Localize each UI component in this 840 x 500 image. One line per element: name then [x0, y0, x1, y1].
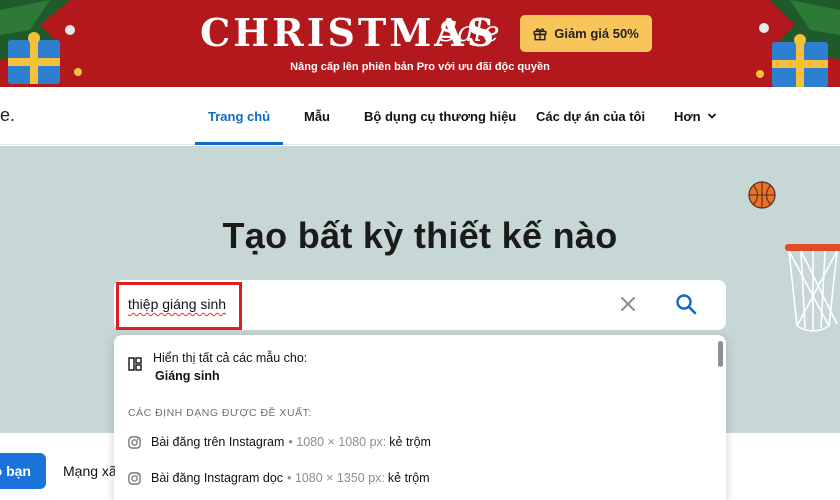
template-grid-icon [128, 357, 142, 371]
discount-button[interactable]: Giảm giá 50% [520, 15, 652, 52]
promo-title-script: Sale [438, 15, 500, 48]
nav-item-templates[interactable]: Mẫu [304, 87, 330, 145]
format-name: Bài đăng Instagram dọc [151, 471, 284, 485]
logo-fragment[interactable]: e. [0, 105, 15, 126]
nav-item-label: Trang chủ [208, 108, 271, 124]
instagram-icon [128, 435, 141, 449]
format-keyword: kẻ trộm [387, 471, 430, 485]
format-name: Bài đăng trên Instagram [151, 435, 285, 449]
promo-subtitle: Nâng cấp lên phiên bản Pro với ưu đãi độ… [290, 61, 550, 73]
promo-banner[interactable]: CHRISTMAS Sale Giảm giá 50% Nâng cấp lên… [0, 0, 840, 87]
chevron-down-icon [707, 113, 716, 119]
nav-item-brand-kit[interactable]: Bộ dụng cụ thương hiệu [364, 87, 516, 145]
search-suggestions-dropdown: Hiển thị tất cả các mẫu cho: Giáng sinh … [114, 335, 726, 500]
show-all-templates-option[interactable]: Hiển thị tất cả các mẫu cho: Giáng sinh [128, 350, 688, 386]
suggested-format-item[interactable]: Bài đăng Instagram dọc • 1080 × 1350 px:… [128, 467, 688, 489]
nav-item-home[interactable]: Trang chủ [194, 87, 284, 145]
category-chip-social-media[interactable]: Mạng xã [63, 463, 115, 479]
show-all-query: Giáng sinh [155, 369, 220, 383]
search-text-highlight [116, 282, 242, 330]
basketball-illustration [748, 181, 776, 209]
nav-item-my-projects[interactable]: Các dự án của tôi [536, 87, 645, 145]
format-size: • 1080 × 1080 px: [288, 435, 387, 449]
suggested-formats-heading: CÁC ĐỊNH DẠNG ĐƯỢC ĐỀ XUẤT: [128, 407, 312, 419]
search-button[interactable] [672, 290, 700, 318]
christmas-decoration-left [0, 0, 82, 84]
close-icon [621, 297, 635, 311]
top-navigation: e. Trang chủ Mẫu Bộ dụng cụ thương hiệu … [0, 87, 840, 145]
gift-icon [533, 27, 547, 40]
nav-item-label: Mẫu [304, 108, 330, 124]
christmas-decoration-right [756, 0, 840, 87]
category-chip-for-you[interactable]: o bạn [0, 453, 46, 489]
nav-item-label: Các dự án của tôi [536, 108, 646, 124]
nav-item-label: Bộ dụng cụ thương hiệu [364, 108, 517, 124]
format-keyword: kẻ trộm [389, 435, 431, 449]
hero-title: Tạo bất kỳ thiết kế nào [222, 215, 618, 256]
suggested-format-item[interactable]: Bài đăng trên Instagram • 1080 × 1080 px… [128, 431, 688, 453]
instagram-icon [128, 471, 141, 485]
nav-item-label: Hơn [674, 108, 701, 124]
clear-search-button[interactable] [617, 293, 639, 315]
basketball-hoop-illustration [785, 244, 840, 332]
search-icon [676, 294, 697, 315]
show-all-label: Hiển thị tất cả các mẫu cho: [153, 351, 308, 365]
nav-item-more[interactable]: Hơn [674, 87, 717, 145]
format-size: • 1080 × 1350 px: [287, 471, 385, 485]
discount-button-label: Giảm giá 50% [554, 26, 639, 41]
dropdown-scrollbar[interactable] [718, 341, 723, 367]
